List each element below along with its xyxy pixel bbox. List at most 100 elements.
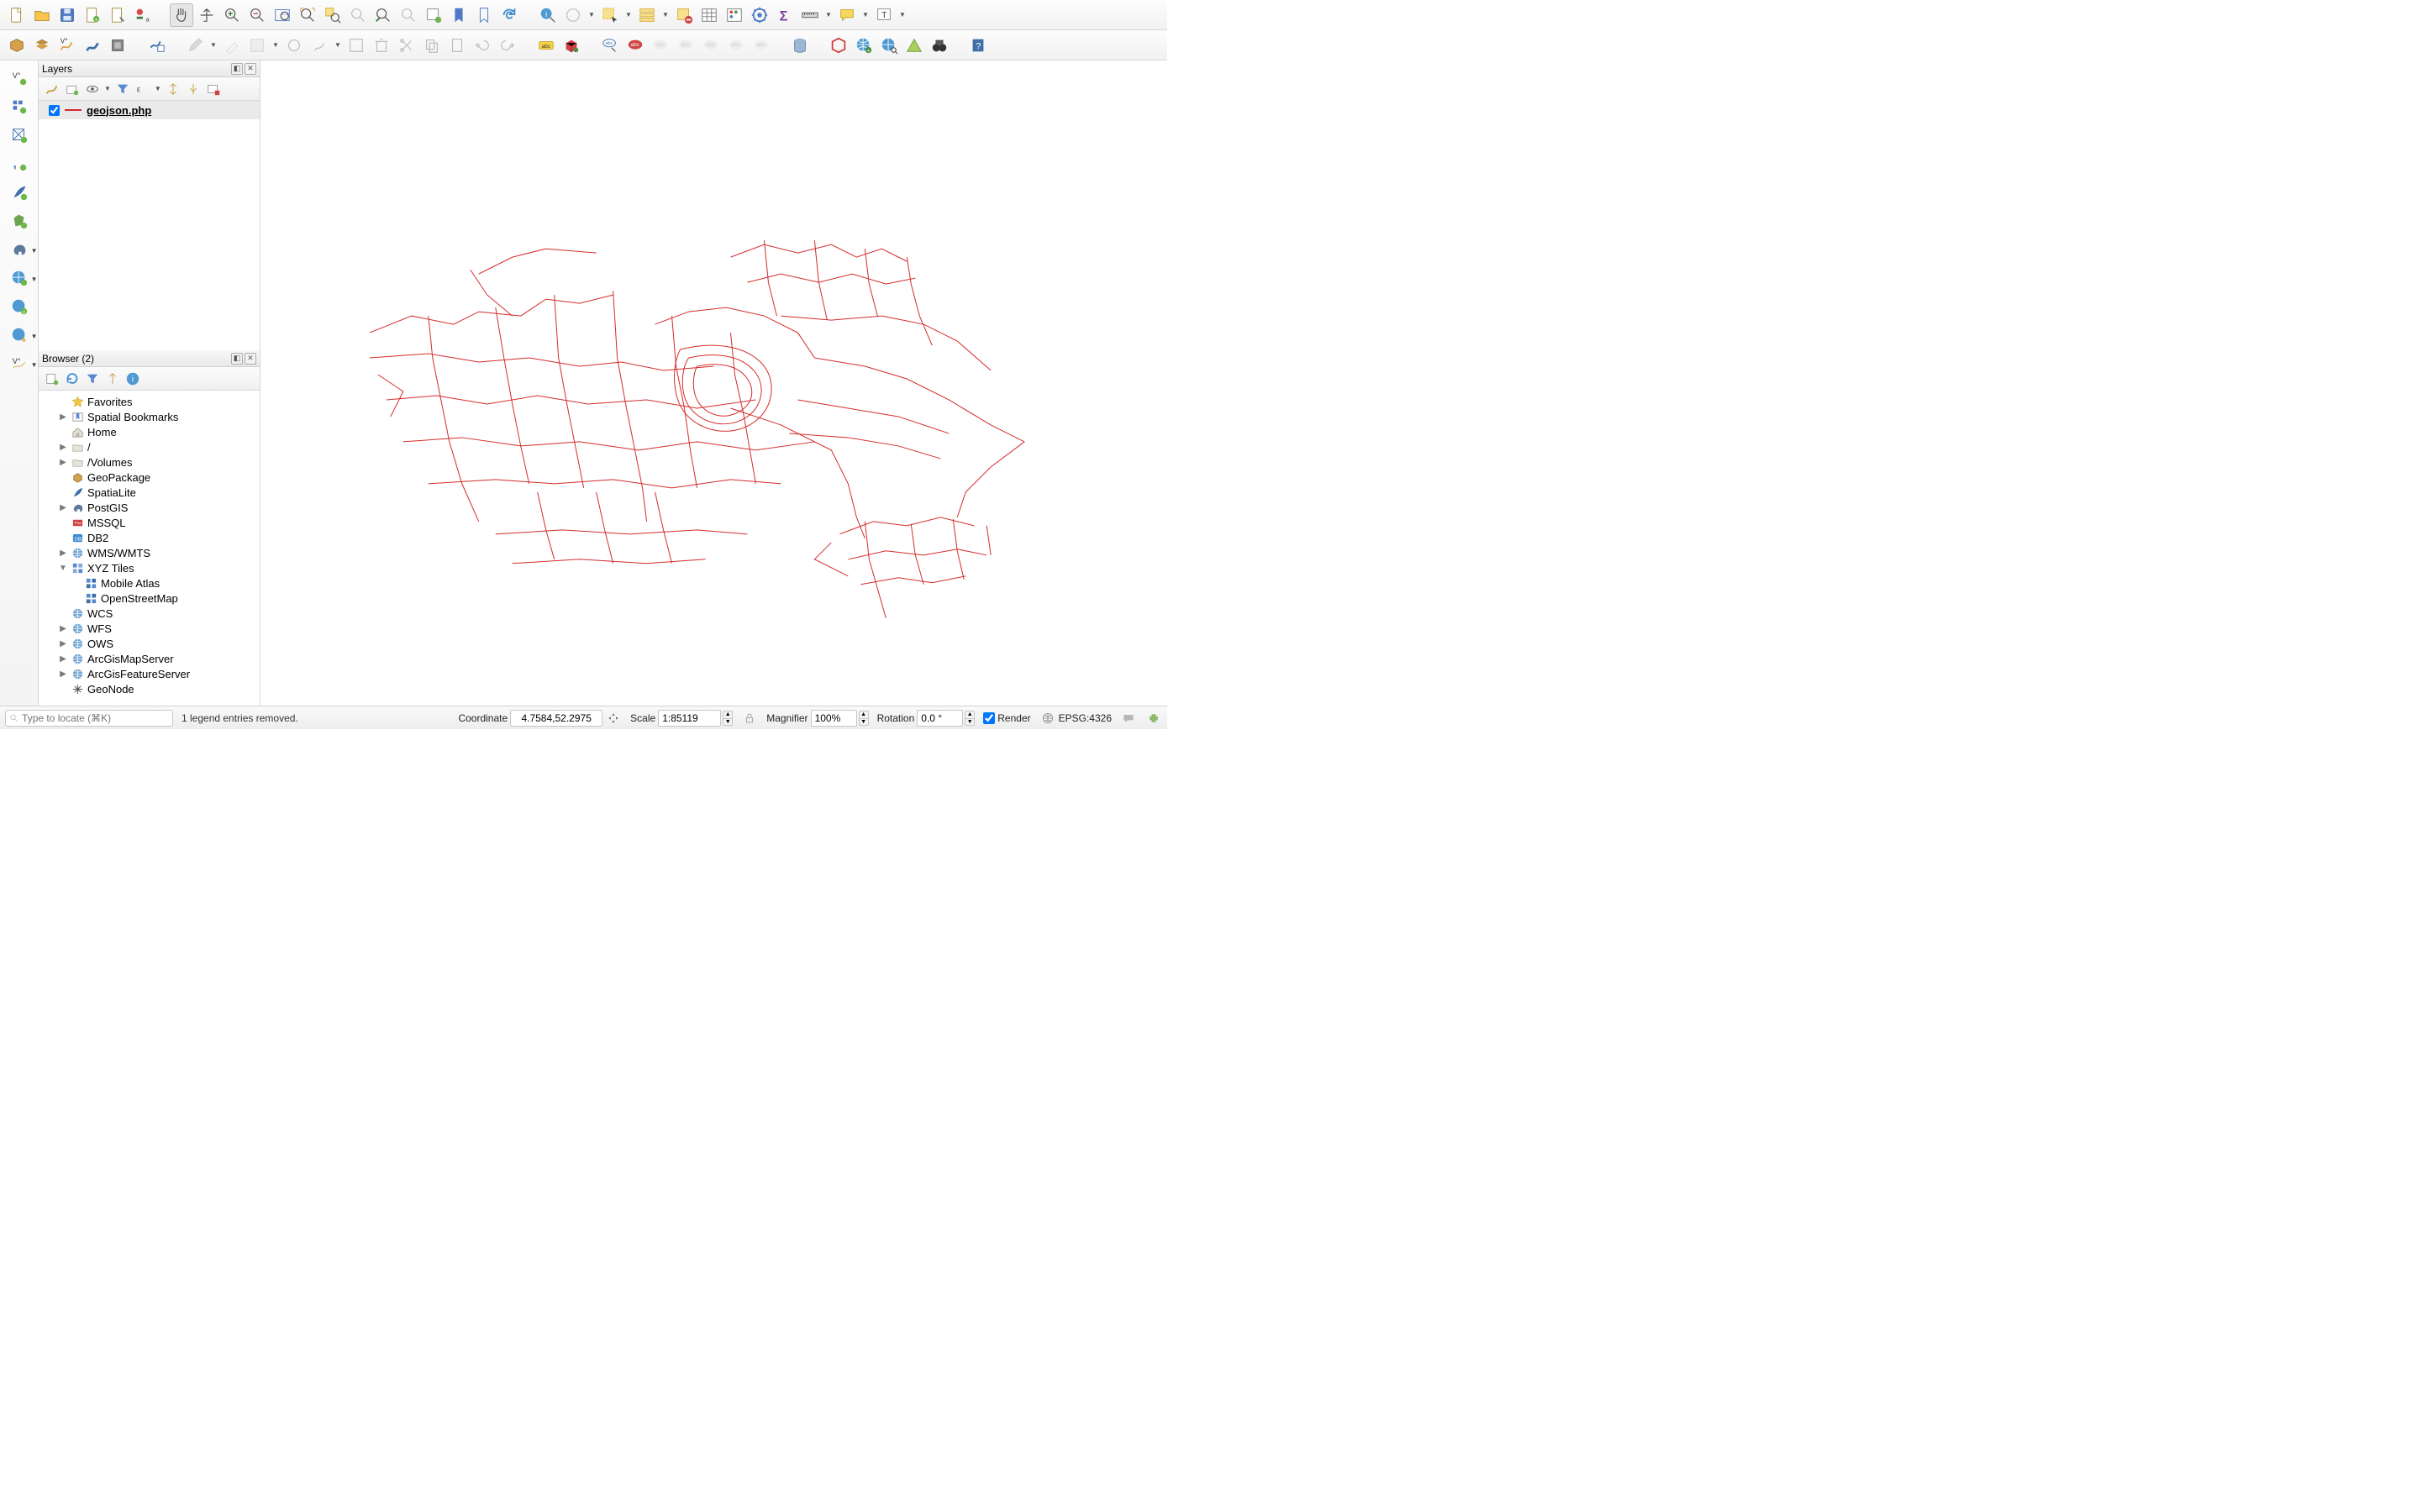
coord-field[interactable]: 4.7584,52.2975: [510, 710, 602, 727]
label-abc-icon[interactable]: abc: [534, 34, 558, 57]
tree-expander-icon[interactable]: ▶: [59, 458, 67, 467]
panel-undock-icon[interactable]: ◧: [231, 353, 243, 365]
browser-info-icon[interactable]: i: [124, 370, 141, 387]
help-icon[interactable]: ?: [966, 34, 990, 57]
grid-plus-icon[interactable]: [7, 94, 32, 119]
zoom-out-icon[interactable]: [245, 3, 269, 27]
browser-tree-item[interactable]: ▶ArcGisFeatureServer: [39, 666, 260, 681]
pkg-icon[interactable]: [5, 34, 29, 57]
abc-red-icon[interactable]: abc: [623, 34, 647, 57]
map-canvas[interactable]: [260, 60, 1167, 706]
select-value-icon[interactable]: [635, 3, 659, 27]
cube-icon[interactable]: [560, 34, 583, 57]
toolbox-icon[interactable]: [748, 3, 771, 27]
new-project-icon[interactable]: [5, 3, 29, 27]
browser-tree-item[interactable]: ▶/Volumes: [39, 454, 260, 470]
show-bookmarks-icon[interactable]: [472, 3, 496, 27]
feather-icon[interactable]: [7, 180, 32, 205]
browser-refresh-icon[interactable]: [64, 370, 81, 387]
tree-expander-icon[interactable]: ▶: [59, 669, 67, 679]
expr-icon[interactable]: ε: [134, 81, 151, 97]
globe-plus2-icon[interactable]: +: [7, 294, 32, 319]
tree-expander-icon[interactable]: ▼: [59, 564, 67, 573]
triangle-icon[interactable]: [902, 34, 926, 57]
scale-field[interactable]: 1:85119: [658, 710, 721, 727]
deselect-icon[interactable]: [672, 3, 696, 27]
browser-tree-item[interactable]: ▶Spatial Bookmarks: [39, 409, 260, 424]
dropdown-icon[interactable]: ▼: [860, 11, 871, 18]
layer-visible-checkbox[interactable]: [49, 105, 60, 116]
pan-selection-icon[interactable]: [195, 3, 218, 27]
sigma-icon[interactable]: Σ: [773, 3, 797, 27]
save-icon[interactable]: [55, 3, 79, 27]
dropdown-icon[interactable]: ▼: [623, 11, 634, 18]
browser-tree-item[interactable]: ▶WFS: [39, 621, 260, 636]
elephant-icon[interactable]: ▼: [7, 237, 32, 262]
globe-search-icon[interactable]: [877, 34, 901, 57]
layer-open-icon[interactable]: [44, 81, 60, 97]
expand-icon[interactable]: [165, 81, 182, 97]
lock-icon[interactable]: [741, 710, 758, 727]
collapse-icon[interactable]: [185, 81, 202, 97]
zoom-native-icon[interactable]: 1:1: [271, 3, 294, 27]
attribute-table-icon[interactable]: [697, 3, 721, 27]
scale-stepper[interactable]: ▲▼: [723, 711, 733, 726]
browser-filter-icon[interactable]: [84, 370, 101, 387]
extents-icon[interactable]: [605, 710, 622, 727]
tree-expander-icon[interactable]: ▶: [59, 639, 67, 648]
refresh-icon[interactable]: [497, 3, 521, 27]
crs-icon[interactable]: [1039, 710, 1056, 727]
line-layer-icon[interactable]: V°: [55, 34, 79, 57]
edit-layer-icon[interactable]: [81, 34, 104, 57]
browser-tree-item[interactable]: ▶WMS/WMTS: [39, 545, 260, 560]
dropdown-icon[interactable]: ▼: [823, 11, 834, 18]
browser-collapse-icon[interactable]: [104, 370, 121, 387]
style-manager-icon[interactable]: a: [131, 3, 155, 27]
browser-tree-item[interactable]: ▶/: [39, 439, 260, 454]
browser-tree-item[interactable]: DB2DB2: [39, 530, 260, 545]
new-layout-icon[interactable]: +: [81, 3, 104, 27]
browser-add-icon[interactable]: [44, 370, 60, 387]
tree-expander-icon[interactable]: ▶: [59, 443, 67, 452]
abc-arrow-icon[interactable]: abc: [598, 34, 622, 57]
mesh-plus-icon[interactable]: [7, 123, 32, 148]
browser-tree-item[interactable]: ▶OWS: [39, 636, 260, 651]
browser-tree-item[interactable]: GeoNode: [39, 681, 260, 696]
layout-manager-icon[interactable]: [106, 3, 129, 27]
open-project-icon[interactable]: [30, 3, 54, 27]
panel-undock-icon[interactable]: ◧: [231, 63, 243, 75]
map-tips-icon[interactable]: [835, 3, 859, 27]
crs-value[interactable]: EPSG:4326: [1059, 712, 1112, 724]
render-checkbox[interactable]: [983, 712, 995, 724]
dropdown-icon[interactable]: ▼: [660, 11, 671, 18]
remove-layer-icon[interactable]: [205, 81, 222, 97]
browser-tree-item[interactable]: GeoPackage: [39, 470, 260, 485]
new-map-view-icon[interactable]: [422, 3, 445, 27]
panel-close-icon[interactable]: ✕: [245, 353, 256, 365]
tree-expander-icon[interactable]: ▶: [59, 624, 67, 633]
globe-arrow-icon[interactable]: ▼: [7, 265, 32, 291]
poly-icon[interactable]: [30, 34, 54, 57]
browser-tree-item[interactable]: OpenStreetMap: [39, 591, 260, 606]
locator-input[interactable]: [22, 712, 169, 724]
vector-grid-icon[interactable]: [145, 34, 168, 57]
field-calc-icon[interactable]: [723, 3, 746, 27]
browser-tree-item[interactable]: ▶ArcGisMapServer: [39, 651, 260, 666]
panel-close-icon[interactable]: ✕: [245, 63, 256, 75]
hex-icon[interactable]: [827, 34, 850, 57]
tree-expander-icon[interactable]: ▶: [59, 549, 67, 558]
magnifier-field[interactable]: 100%: [811, 710, 857, 727]
browser-tree-item[interactable]: Mobile Atlas: [39, 575, 260, 591]
browser-tree-item[interactable]: MSSQL: [39, 515, 260, 530]
zoom-selection-icon[interactable]: [321, 3, 345, 27]
v-line-icon[interactable]: V°▼: [7, 351, 32, 376]
polygon-plus-icon[interactable]: [7, 208, 32, 234]
binoc-icon[interactable]: [928, 34, 951, 57]
browser-tree-item[interactable]: SpatiaLite: [39, 485, 260, 500]
tree-expander-icon[interactable]: ▶: [59, 412, 67, 422]
browser-tree[interactable]: Favorites▶Spatial BookmarksHome▶/▶/Volum…: [39, 391, 260, 706]
browser-tree-item[interactable]: Home: [39, 424, 260, 439]
plugin-icon[interactable]: [1145, 710, 1162, 727]
v-open-icon[interactable]: V°: [7, 66, 32, 91]
messages-icon[interactable]: [1120, 710, 1137, 727]
